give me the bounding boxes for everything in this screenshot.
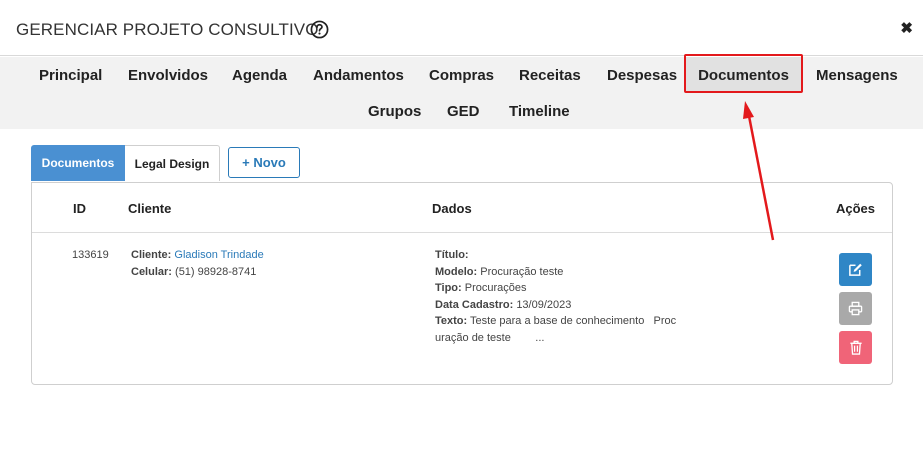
documents-table: ID Cliente Dados Ações 133619 Cliente: G…: [31, 182, 893, 385]
annotation-highlight-box: [684, 54, 803, 93]
delete-button[interactable]: [839, 331, 872, 364]
modal-title: GERENCIAR PROJETO CONSULTIVO: [16, 20, 319, 39]
column-header-id: ID: [73, 201, 86, 216]
celular-label: Celular:: [131, 265, 172, 278]
titulo-label: Título:: [435, 249, 469, 261]
row-dados: Título: Modelo: Procuração teste Tipo: P…: [435, 247, 676, 346]
row-id: 133619: [72, 249, 109, 261]
column-header-acoes: Ações: [836, 201, 876, 216]
nav-item-compras[interactable]: Compras: [429, 67, 494, 84]
printer-icon: [848, 301, 863, 316]
nav-item-timeline[interactable]: Timeline: [509, 103, 570, 120]
tab-legal-design[interactable]: Legal Design: [125, 145, 220, 181]
help-circle-icon[interactable]: [310, 20, 329, 39]
nav-item-agenda[interactable]: Agenda: [232, 67, 287, 84]
tab-documentos[interactable]: Documentos: [31, 145, 125, 181]
nav-item-receitas[interactable]: Receitas: [519, 67, 581, 84]
nav-item-despesas[interactable]: Despesas: [607, 67, 677, 84]
row-cliente: Cliente: Gladison Trindade Celular: (51)…: [131, 247, 264, 280]
modelo-value: Procuração teste: [480, 265, 564, 278]
edit-button[interactable]: [839, 253, 872, 286]
edit-icon: [849, 263, 862, 276]
header-divider: [32, 232, 892, 233]
tipo-value: Procurações: [464, 282, 527, 294]
data-cadastro-label: Data Cadastro:: [435, 298, 514, 311]
data-cadastro-value: 13/09/2023: [516, 298, 572, 311]
nav-item-grupos[interactable]: Grupos: [368, 103, 421, 120]
nav-item-mensagens[interactable]: Mensagens: [816, 67, 898, 84]
modal-header: GERENCIAR PROJETO CONSULTIVO ✖: [0, 0, 923, 56]
modelo-label: Modelo:: [435, 265, 478, 278]
cliente-label: Cliente:: [131, 249, 172, 261]
column-header-cliente: Cliente: [128, 201, 172, 216]
texto-value-line1: Teste para a base de conhecimento Proc: [470, 315, 677, 327]
nav-item-envolvidos[interactable]: Envolvidos: [128, 67, 208, 84]
tipo-label: Tipo:: [435, 282, 462, 294]
texto-value-line2: uração de teste ...: [435, 331, 545, 344]
close-icon[interactable]: ✖: [900, 19, 913, 37]
nav-item-principal[interactable]: Principal: [39, 67, 102, 84]
cliente-link[interactable]: Gladison Trindade: [174, 249, 263, 261]
column-header-dados: Dados: [432, 201, 472, 216]
nav-item-ged[interactable]: GED: [447, 103, 480, 120]
celular-value: (51) 98928-8741: [175, 265, 257, 278]
texto-label: Texto:: [435, 315, 468, 327]
print-button[interactable]: [839, 292, 872, 325]
new-document-button[interactable]: + Novo: [228, 147, 300, 178]
trash-icon: [849, 340, 862, 355]
nav-item-andamentos[interactable]: Andamentos: [313, 67, 404, 84]
